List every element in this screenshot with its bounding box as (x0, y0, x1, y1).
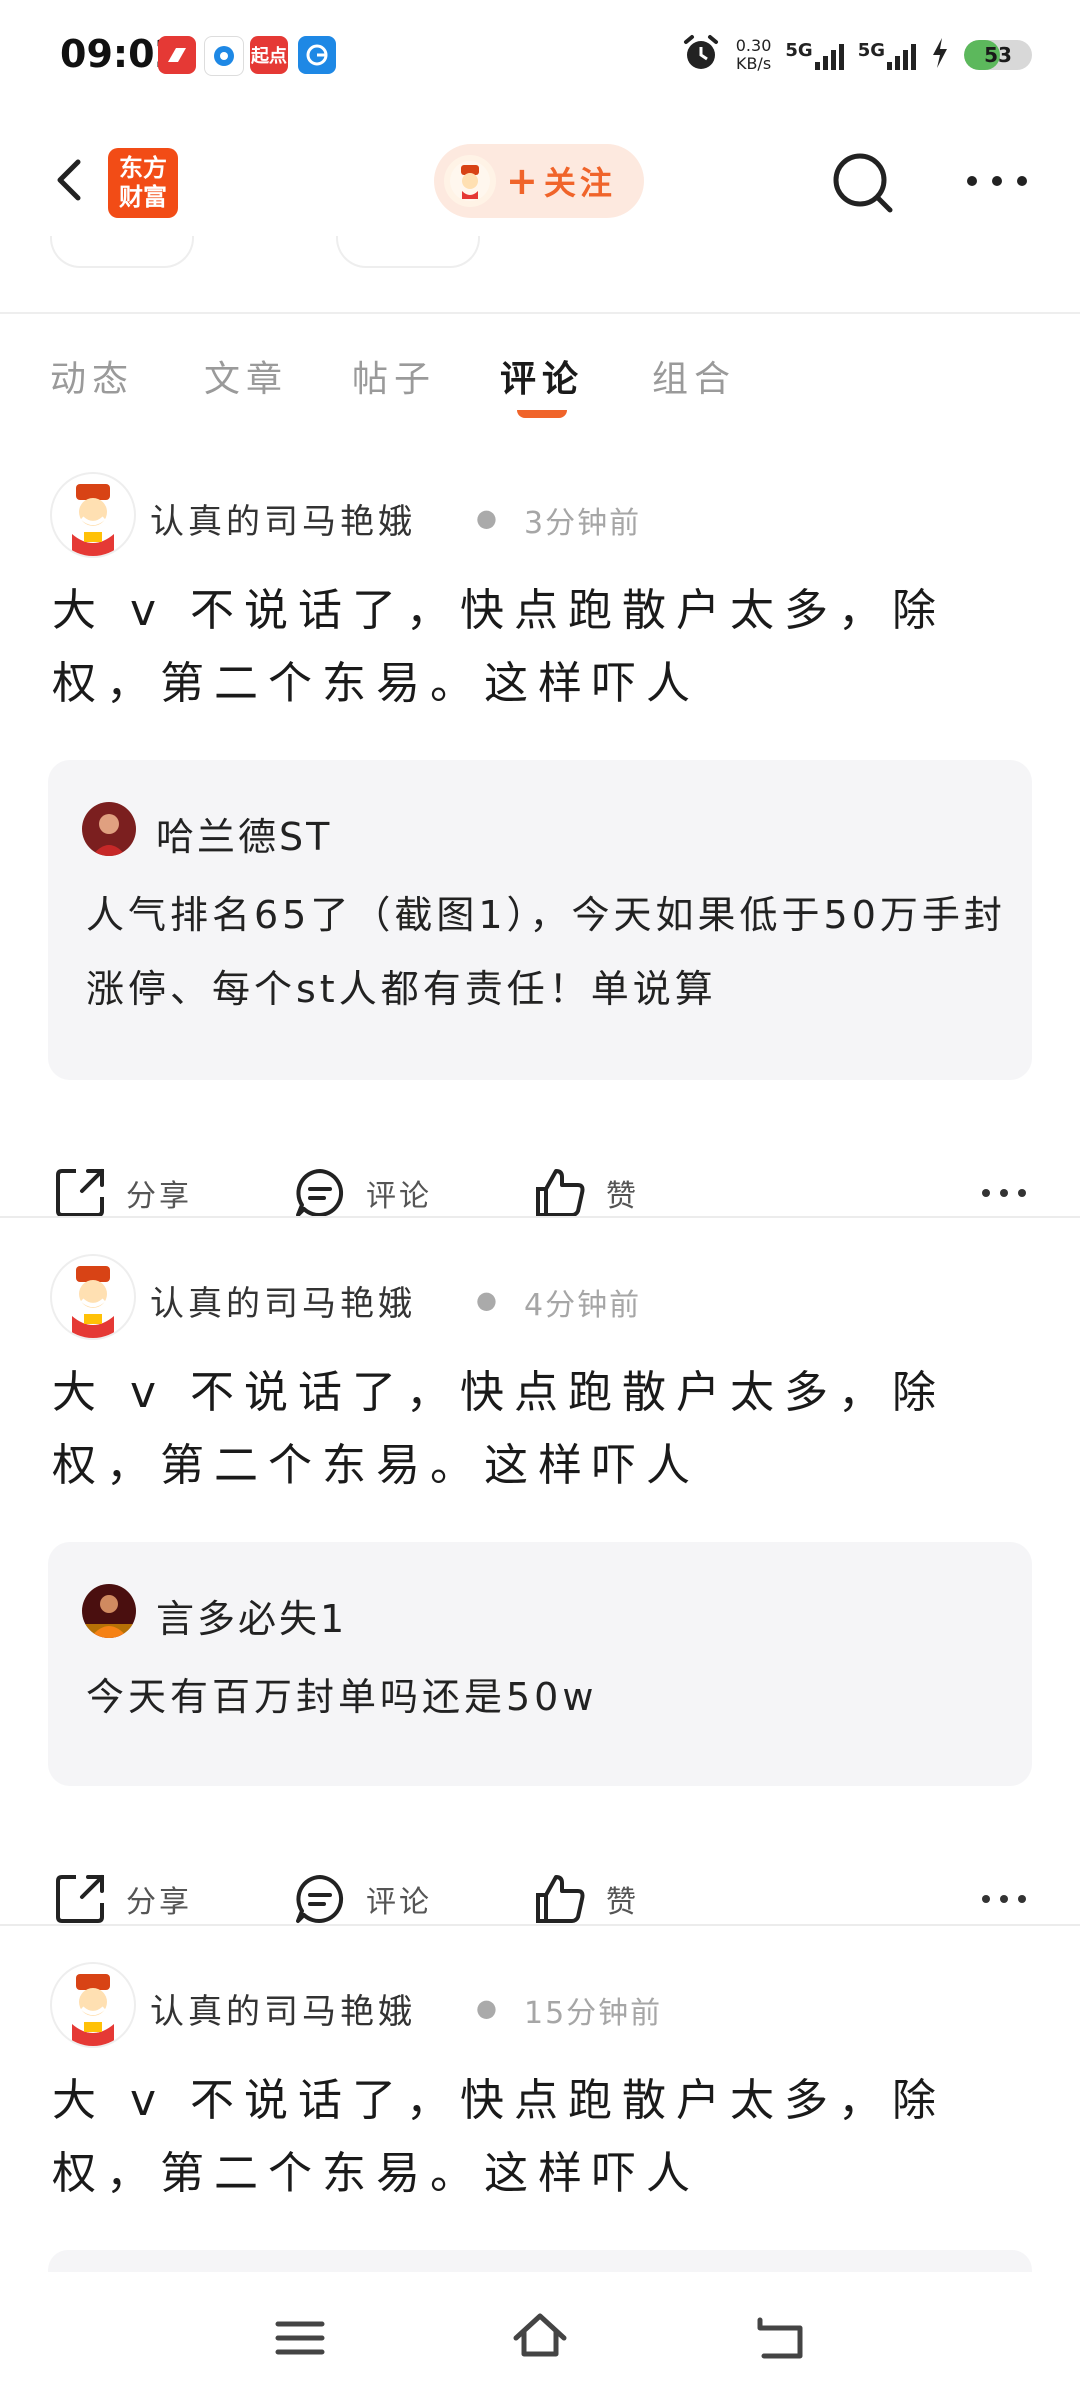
more-dots-icon (982, 1895, 1026, 1903)
caishen-avatar-icon (450, 161, 490, 201)
post-time: 15分钟前 (524, 1996, 663, 2031)
author-avatar[interactable] (50, 1254, 136, 1340)
signal-bars-icon (887, 40, 916, 70)
quote-author-name[interactable]: 言多必失1 (156, 1588, 347, 1643)
tab-articles[interactable]: 文章 (204, 350, 288, 402)
like-button[interactable]: 赞 (532, 1148, 639, 1238)
comment-button[interactable]: 评论 (292, 1854, 432, 1944)
post-content[interactable]: 大 v 不说话了，快点跑散户太多，除权，第二个东易。这样吓人 (52, 574, 1036, 720)
profile-tabs: 动态 文章 帖子 评论 组合 (0, 340, 1080, 420)
user-avatar (444, 155, 496, 207)
follow-button[interactable]: + 关注 (434, 144, 644, 218)
back-nav-button[interactable] (750, 2308, 810, 2368)
more-dots-icon (967, 176, 1027, 186)
post-separator (0, 1216, 1080, 1218)
more-dots-icon (982, 1189, 1026, 1197)
author-name[interactable]: 认真的司马艳娥 (150, 494, 416, 543)
author-avatar[interactable] (50, 1962, 136, 2048)
eastmoney-logo[interactable]: 东方 财富 (108, 148, 178, 218)
search-button[interactable] (828, 148, 898, 218)
post-time: 4分钟前 (524, 1288, 642, 1323)
back-button[interactable] (44, 150, 104, 210)
alarm-icon (680, 32, 722, 78)
separator-dot: ● (476, 504, 497, 532)
like-button[interactable]: 赞 (532, 1854, 639, 1944)
search-icon (833, 153, 893, 213)
author-avatar[interactable] (50, 472, 136, 558)
signal-2: 5G (858, 40, 916, 70)
post-more-button[interactable] (980, 1884, 1028, 1914)
thumbs-up-icon (536, 1875, 585, 1923)
stats-chip (50, 236, 194, 268)
separator-dot: ● (476, 1286, 497, 1314)
battery-indicator: 53 (964, 40, 1032, 70)
menu-icon (275, 2321, 325, 2355)
quote-author-avatar (82, 802, 136, 856)
tab-portfolio[interactable]: 组合 (652, 350, 736, 402)
share-icon (56, 1169, 104, 1217)
active-tab-indicator (517, 410, 567, 418)
chevron-left-icon (57, 159, 81, 201)
author-name[interactable]: 认真的司马艳娥 (150, 1984, 416, 2033)
quote-author-name[interactable]: 哈兰德ST (156, 806, 332, 861)
stats-chip (336, 236, 480, 268)
caishen-avatar-icon (72, 1266, 114, 1338)
thumbs-up-icon (536, 1169, 585, 1217)
back-icon (757, 2317, 803, 2359)
menu-button[interactable] (270, 2308, 330, 2368)
signal-bars-icon (814, 40, 844, 70)
share-button[interactable]: 分享 (52, 1148, 192, 1238)
post-separator (0, 1924, 1080, 1926)
separator-dot: ● (476, 1994, 497, 2022)
gf-app-icon (298, 36, 336, 74)
quote-text: 人气排名65了（截图1），今天如果低于50万手封涨停、每个st人都有责任！单说算 (86, 893, 1006, 1011)
caishen-avatar-icon (72, 1974, 114, 2046)
qidian-app-icon: 起点 (250, 36, 288, 74)
post-actions: 分享 评论 赞 (0, 1148, 1080, 1238)
post-more-button[interactable] (980, 1178, 1028, 1208)
more-button[interactable] (962, 166, 1032, 196)
post-actions: 分享 评论 赞 (0, 1854, 1080, 1944)
system-nav-bar (0, 2272, 1080, 2400)
status-bar: 09:02 起点 0.30 KB/s 5G 5G 53 (0, 0, 1080, 120)
author-name[interactable]: 认真的司马艳娥 (150, 1276, 416, 1325)
comment-post[interactable]: 认真的司马艳娥 ● 15分钟前 大 v 不说话了，快点跑散户太多，除权，第二个东… (0, 1962, 1080, 2272)
post-content[interactable]: 大 v 不说话了，快点跑散户太多，除权，第二个东易。这样吓人 (52, 2064, 1036, 2210)
comment-button[interactable]: 评论 (292, 1148, 432, 1238)
comment-icon (296, 1875, 344, 1923)
home-icon (513, 2313, 567, 2357)
post-time: 3分钟前 (524, 506, 642, 541)
quoted-post[interactable]: 言多必失1 今天有百万封单吗还是50w (48, 1542, 1032, 1786)
caishen-avatar-icon (72, 484, 114, 556)
tab-posts[interactable]: 帖子 (352, 350, 436, 402)
red-app-icon (158, 36, 196, 74)
top-header: 东方 财富 + 关注 (0, 120, 1080, 240)
tab-comments[interactable]: 评论 (500, 350, 584, 402)
network-speed: 0.30 KB/s (735, 36, 772, 73)
post-content[interactable]: 大 v 不说话了，快点跑散户太多，除权，第二个东易。这样吓人 (52, 1356, 1036, 1502)
share-button[interactable]: 分享 (52, 1854, 192, 1944)
quote-author-avatar (82, 1584, 136, 1638)
share-icon (56, 1875, 104, 1923)
tab-dongtai[interactable]: 动态 (50, 350, 134, 402)
signal-1: 5G (785, 40, 844, 70)
home-button[interactable] (510, 2308, 570, 2368)
charging-icon (930, 36, 950, 74)
quoted-post[interactable] (48, 2250, 1032, 2272)
blue-app-icon (204, 36, 244, 76)
comment-icon (296, 1169, 344, 1217)
divider (0, 312, 1080, 314)
quote-text: 今天有百万封单吗还是50w (86, 1675, 598, 1719)
quoted-post[interactable]: 哈兰德ST 人气排名65了（截图1），今天如果低于50万手封涨停、每个st人都有… (48, 760, 1032, 1080)
